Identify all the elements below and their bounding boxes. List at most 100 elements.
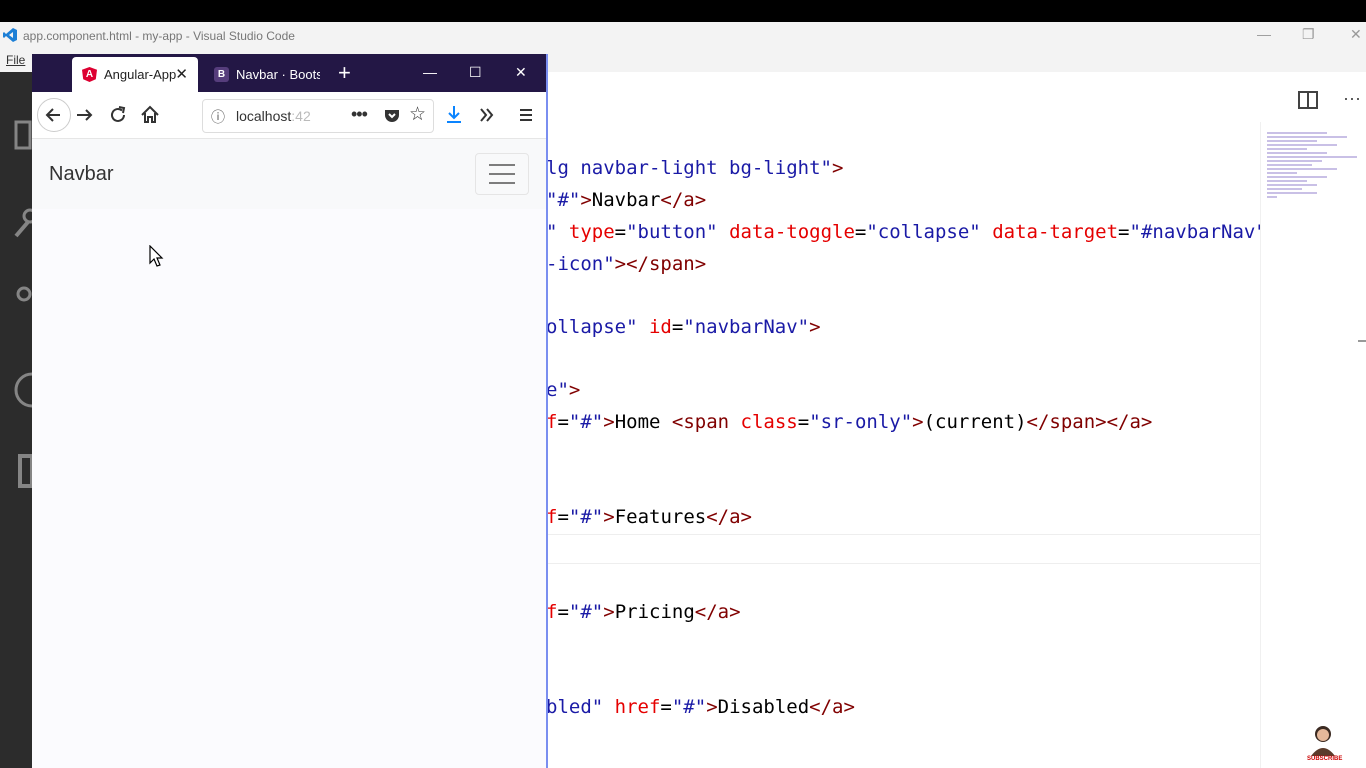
bootstrap-navbar: Navbar bbox=[32, 139, 546, 209]
explorer-icon[interactable] bbox=[0, 112, 32, 152]
maximize-window-button[interactable]: ☐ bbox=[469, 64, 482, 81]
forward-button[interactable] bbox=[72, 102, 98, 128]
code-line[interactable]: e"> bbox=[546, 378, 580, 402]
tab-label: Navbar · Bootstr bbox=[236, 67, 320, 82]
minimap[interactable] bbox=[1260, 122, 1366, 768]
overflow-icon bbox=[480, 108, 494, 122]
reload-button[interactable] bbox=[105, 102, 131, 128]
bookmark-star-icon[interactable]: ☆ bbox=[409, 103, 426, 126]
bootstrap-icon: B bbox=[214, 67, 229, 82]
more-actions-icon[interactable]: ··· bbox=[1343, 88, 1361, 109]
code-token: = bbox=[614, 221, 627, 243]
code-token: > bbox=[831, 157, 844, 179]
code-token: href bbox=[614, 696, 661, 718]
home-button[interactable] bbox=[137, 102, 163, 128]
new-tab-button[interactable]: + bbox=[338, 60, 351, 86]
hamburger-line bbox=[489, 173, 515, 175]
code-token: Disabled bbox=[717, 696, 810, 718]
hamburger-line bbox=[489, 182, 515, 184]
vscode-title-bar: app.component.html - my-app - Visual Stu… bbox=[0, 22, 1366, 50]
navbar-toggler-button[interactable] bbox=[475, 153, 529, 195]
extensions-icon[interactable] bbox=[0, 442, 32, 488]
code-line[interactable]: "#">Navbar</a> bbox=[546, 188, 706, 212]
search-icon[interactable] bbox=[0, 200, 32, 240]
code-token: "navbarNav" bbox=[683, 316, 810, 338]
firefox-window: A Angular-App ✕ B Navbar · Bootstr + — ☐… bbox=[32, 54, 548, 768]
code-line[interactable]: bled" href="#">Disabled</a> bbox=[546, 695, 855, 719]
code-token: class bbox=[740, 411, 798, 433]
menu-file[interactable]: File bbox=[6, 53, 25, 67]
back-button[interactable] bbox=[37, 98, 71, 132]
back-icon bbox=[45, 108, 60, 122]
page-content: Navbar bbox=[32, 139, 546, 768]
code-token: = bbox=[557, 506, 569, 528]
code-line[interactable]: " type="button" data-toggle="collapse" d… bbox=[546, 220, 1260, 244]
code-line[interactable]: f="#">Features</a> bbox=[546, 505, 752, 529]
code-token: "#navbarNav" bbox=[1129, 221, 1261, 243]
site-info-icon[interactable]: ⓘ bbox=[211, 107, 225, 127]
code-line[interactable]: -icon"></span> bbox=[546, 252, 706, 276]
source-control-icon[interactable] bbox=[0, 272, 32, 312]
code-token: (current) bbox=[923, 411, 1027, 433]
close-window-button[interactable]: ✕ bbox=[515, 64, 527, 81]
code-token: "#" bbox=[568, 411, 604, 433]
code-token: > bbox=[603, 411, 615, 433]
code-token: Home bbox=[614, 411, 672, 433]
code-token: > bbox=[706, 696, 718, 718]
code-token: type bbox=[568, 221, 615, 243]
pocket-icon[interactable] bbox=[383, 108, 401, 124]
code-token: -icon" bbox=[546, 253, 615, 275]
code-line[interactable]: ollapse" id="navbarNav"> bbox=[546, 315, 821, 339]
code-token: > bbox=[580, 189, 592, 211]
code-token: </a> bbox=[694, 601, 741, 623]
code-token: e" bbox=[546, 379, 569, 401]
code-token: = bbox=[797, 411, 810, 433]
minimize-window-button[interactable]: — bbox=[423, 64, 437, 80]
tab-navbar-bootstrap[interactable]: B Navbar · Bootstr bbox=[204, 57, 324, 92]
code-token: "sr-only" bbox=[809, 411, 913, 433]
menu-icon bbox=[520, 109, 532, 121]
code-token: <span bbox=[671, 411, 741, 433]
code-line[interactable]: f="#">Pricing</a> bbox=[546, 600, 741, 624]
code-token: "#" bbox=[568, 506, 604, 528]
screen-top-bar bbox=[0, 0, 1366, 22]
code-token: > bbox=[603, 506, 615, 528]
navigation-toolbar: ⓘ localhost:42 ••• ☆ bbox=[32, 92, 546, 139]
code-line[interactable]: f="#">Home <span class="sr-only">(curren… bbox=[546, 410, 1152, 434]
url-bar[interactable]: ⓘ localhost:42 ••• ☆ bbox=[202, 99, 434, 133]
split-editor-icon[interactable] bbox=[1297, 90, 1319, 115]
code-token: Pricing bbox=[614, 601, 695, 623]
hamburger-line bbox=[489, 164, 515, 166]
code-line[interactable]: lg navbar-light bg-light"> bbox=[546, 156, 843, 180]
debug-icon[interactable] bbox=[0, 362, 32, 408]
navbar-brand[interactable]: Navbar bbox=[49, 163, 113, 186]
close-tab-icon[interactable]: ✕ bbox=[175, 65, 188, 83]
code-token: bled" bbox=[546, 696, 615, 718]
mouse-cursor-icon bbox=[149, 245, 164, 267]
current-line-highlight bbox=[546, 534, 1260, 564]
subscribe-watermark: SUBSCRIBE bbox=[1303, 722, 1343, 764]
code-token: = bbox=[671, 316, 684, 338]
code-token: </span></a> bbox=[1026, 411, 1153, 433]
minimize-window-button[interactable]: — bbox=[1257, 26, 1271, 42]
url-text: localhost:42 bbox=[236, 108, 311, 124]
code-token: = bbox=[660, 696, 672, 718]
code-token: = bbox=[854, 221, 867, 243]
avatar bbox=[1311, 726, 1335, 756]
code-token: data-target bbox=[992, 221, 1119, 243]
code-token: </a> bbox=[809, 696, 855, 718]
code-token: "#" bbox=[568, 601, 604, 623]
code-token: "#" bbox=[671, 696, 707, 718]
page-actions-icon[interactable]: ••• bbox=[351, 104, 368, 125]
overflow-button[interactable] bbox=[474, 102, 500, 128]
close-window-button[interactable]: ✕ bbox=[1350, 26, 1362, 43]
code-token: ></span> bbox=[614, 253, 707, 275]
app-menu-button[interactable] bbox=[513, 102, 539, 128]
downloads-button[interactable] bbox=[441, 102, 467, 128]
reload-icon bbox=[111, 106, 126, 122]
restore-window-button[interactable]: ❐ bbox=[1302, 26, 1315, 43]
code-token: > bbox=[912, 411, 924, 433]
code-editor[interactable]: lg navbar-light bg-light"> "#">Navbar</a>… bbox=[546, 122, 1260, 768]
forward-icon bbox=[77, 109, 93, 121]
tab-angular-app[interactable]: A Angular-App ✕ bbox=[72, 57, 198, 92]
